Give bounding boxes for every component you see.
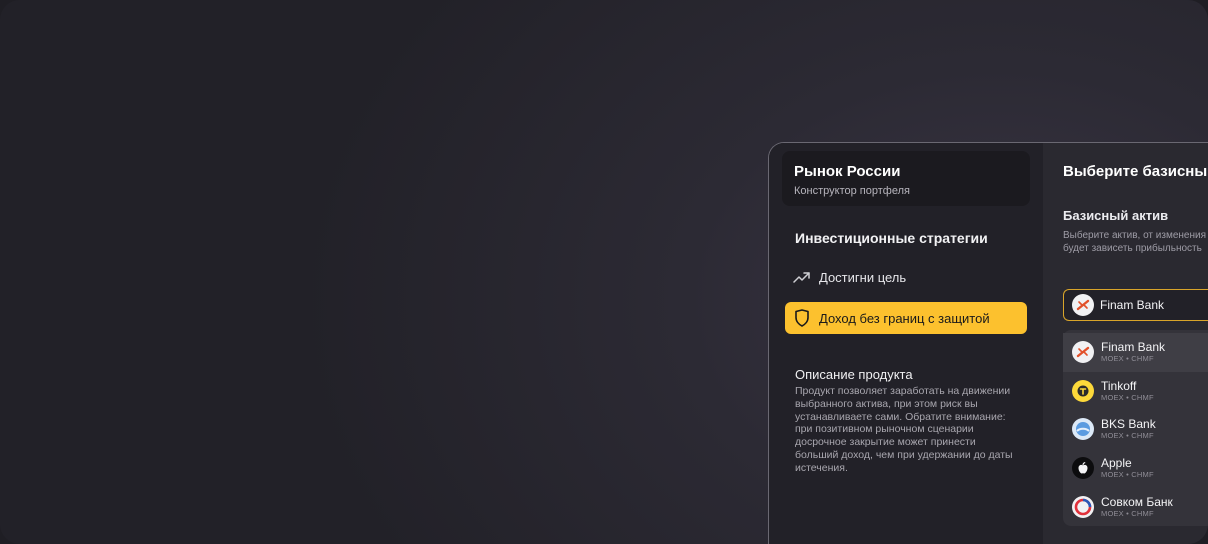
option-tinkoff[interactable]: Tinkoff MOEX • CHMF <box>1063 372 1208 411</box>
option-meta: MOEX • CHMF <box>1101 508 1154 518</box>
bks-logo-icon <box>1072 418 1094 441</box>
option-name: BKS Bank <box>1101 417 1156 432</box>
sidebar-item-label: Достигни цель <box>819 269 907 285</box>
field-title: Базисный актив <box>1063 208 1169 223</box>
asset-dropdown: Finam Bank MOEX • CHMF Tinkoff MOEX • CH… <box>1063 330 1208 526</box>
brand-title: Рынок России <box>794 163 901 180</box>
page-title: Выберите базисный <box>1063 163 1208 180</box>
option-name: Tinkoff <box>1101 378 1137 393</box>
sidebar-item-label: Доход без границ с защитой <box>819 310 990 326</box>
field-help-text: Выберите актив, от изменения будет завис… <box>1063 230 1206 254</box>
sidebar-item-reach-goal[interactable]: Достигни цель <box>785 261 1027 293</box>
description-text: Продукт позволяет заработать на движении… <box>795 385 1013 474</box>
option-bks-bank[interactable]: BKS Bank MOEX • CHMF <box>1063 410 1208 449</box>
finam-logo-icon <box>1072 341 1094 364</box>
sidebar-item-protected-income[interactable]: Доход без границ с защитой <box>785 302 1027 334</box>
option-name: Finam Bank <box>1101 340 1166 355</box>
sovcom-logo-icon <box>1072 495 1094 518</box>
option-meta: MOEX • CHMF <box>1101 431 1154 441</box>
option-sovcom-bank[interactable]: Совком Банк MOEX • CHMF <box>1063 487 1208 526</box>
brand-subtitle: Конструктор портфеля <box>794 185 910 197</box>
description-title: Описание продукта <box>795 367 913 382</box>
finam-logo-icon <box>1072 294 1094 316</box>
asset-select[interactable]: Finam Bank <box>1063 289 1208 321</box>
option-name: Apple <box>1101 456 1132 471</box>
option-meta: MOEX • CHMF <box>1101 392 1154 402</box>
sidebar: Рынок России Конструктор портфеля Инвест… <box>769 143 1041 544</box>
option-apple[interactable]: Apple MOEX • CHMF <box>1063 449 1208 488</box>
option-finam-bank[interactable]: Finam Bank MOEX • CHMF <box>1063 333 1208 372</box>
selected-value: Finam Bank <box>1100 298 1165 312</box>
apple-logo-icon <box>1072 457 1094 480</box>
option-name: Совком Банк <box>1101 494 1173 509</box>
brand-card: Рынок России Конструктор портфеля <box>782 151 1030 206</box>
shield-icon <box>793 309 811 327</box>
strategies-title: Инвестиционные стратегии <box>795 230 988 246</box>
tinkoff-logo-icon <box>1072 379 1094 402</box>
product-window: Рынок России Конструктор портфеля Инвест… <box>768 142 1208 544</box>
trend-up-icon <box>793 268 811 286</box>
main-panel: Выберите базисный Базисный актив Выберит… <box>1043 143 1208 544</box>
option-meta: MOEX • CHMF <box>1101 470 1154 480</box>
option-meta: MOEX • CHMF <box>1101 354 1154 364</box>
app-background: Рынок России Конструктор портфеля Инвест… <box>0 0 1208 544</box>
